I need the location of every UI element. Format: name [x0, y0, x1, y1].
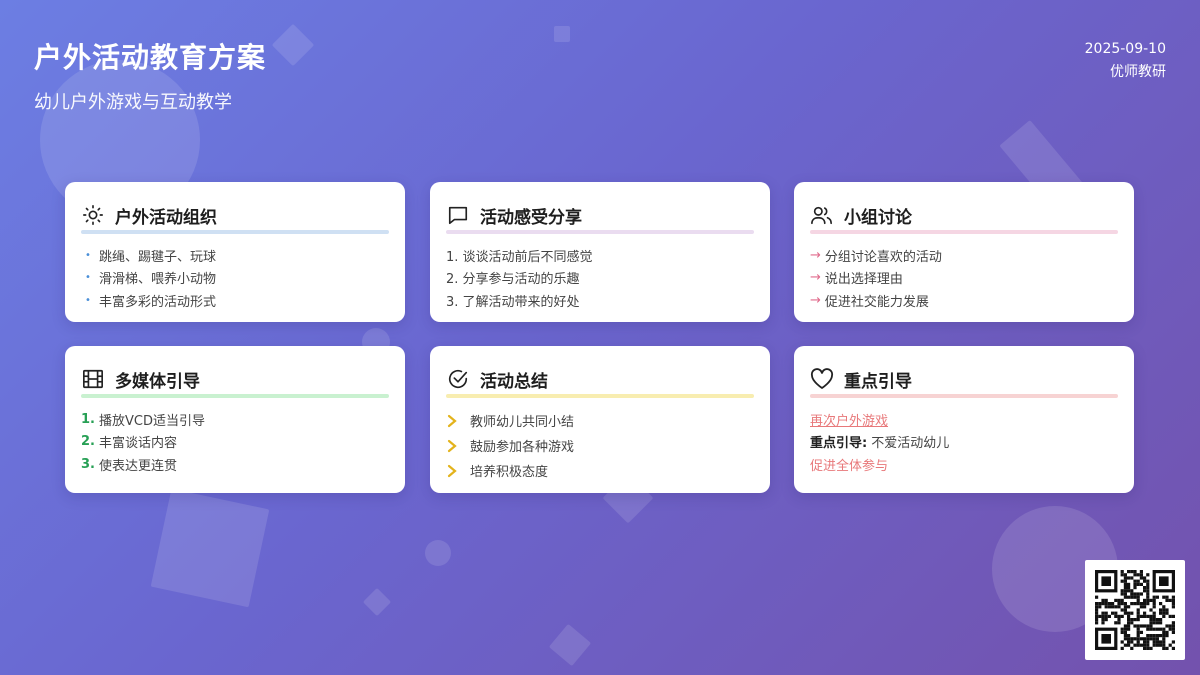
- list-item: 1. 播放VCD适当引导: [81, 411, 205, 429]
- card-title: 户外活动组织: [115, 207, 217, 228]
- list-item: 促进全体参与: [810, 458, 889, 474]
- users-icon: [810, 203, 834, 227]
- card-multimedia-guide: 多媒体引导 1. 播放VCD适当引导 2. 丰富谈话内容 3. 使表达更连贯: [65, 346, 405, 493]
- list-item: 重点引导: 不爱活动幼儿: [810, 436, 950, 452]
- heart-icon: [810, 367, 834, 391]
- card-activity-summary: 活动总结 教师幼儿共同小结 鼓励参加各种游戏 培养积极态度: [430, 346, 770, 493]
- decor-square-big: [150, 488, 270, 608]
- list-item: 2. 分享参与活动的乐趣: [446, 272, 580, 288]
- title-underline: [446, 394, 754, 398]
- qr-code: [1085, 560, 1185, 660]
- card-title: 小组讨论: [844, 207, 912, 228]
- page-title: 户外活动教育方案: [34, 41, 267, 74]
- title-underline: [446, 230, 754, 234]
- title-underline: [81, 230, 389, 234]
- card-title: 重点引导: [844, 371, 912, 392]
- chevron-right-icon: [446, 464, 470, 478]
- title-underline: [81, 394, 389, 398]
- decor-diamond-3: [548, 623, 592, 667]
- list-item: 培养积极态度: [446, 458, 754, 483]
- list-item: • 丰富多彩的活动形式: [85, 294, 217, 310]
- card-title: 活动感受分享: [480, 207, 582, 228]
- title-underline: [810, 394, 1118, 398]
- card-title: 活动总结: [480, 371, 548, 392]
- date-label: 2025-09-10: [1084, 41, 1166, 57]
- list-item: 1. 谈谈活动前后不同感觉: [446, 249, 593, 265]
- list-item: → 促进社交能力发展: [810, 292, 929, 310]
- decor-diamond: [271, 23, 315, 67]
- author-label: 优师教研: [1110, 64, 1166, 80]
- header-meta: 2025-09-10 优师教研: [1085, 38, 1166, 84]
- chevron-right-icon: [446, 414, 470, 428]
- list-item: 鼓励参加各种游戏: [446, 433, 754, 458]
- list-item: 2. 丰富谈话内容: [81, 434, 177, 452]
- card-title: 多媒体引导: [115, 371, 200, 392]
- decor-diamond-2: [362, 587, 392, 617]
- card-key-guidance: 重点引导 再次户外游戏 重点引导: 不爱活动幼儿 促进全体参与: [794, 346, 1134, 493]
- chevron-right-icon: [446, 439, 470, 453]
- film-icon: [81, 367, 105, 391]
- decor-square-small: [554, 26, 570, 42]
- check-circle-icon: [446, 367, 470, 391]
- list-item: • 滑滑梯、喂养小动物: [85, 272, 217, 288]
- list-item: 3. 使表达更连贯: [81, 456, 177, 474]
- list-item: 教师幼儿共同小结: [446, 408, 754, 433]
- card-outdoor-activity: 户外活动组织 • 跳绳、踢毽子、玩球 • 滑滑梯、喂养小动物 • 丰富多彩的活动形式: [65, 182, 405, 322]
- page-subtitle: 幼儿户外游戏与互动教学: [34, 92, 232, 113]
- list-item: 3. 了解活动带来的好处: [446, 294, 580, 310]
- replay-outdoor-link[interactable]: 再次户外游戏: [810, 410, 888, 429]
- decor-dot: [425, 540, 451, 566]
- title-underline: [810, 230, 1118, 234]
- header: 户外活动教育方案 幼儿户外游戏与互动教学: [34, 36, 266, 114]
- card-activity-share: 活动感受分享 1. 谈谈活动前后不同感觉 2. 分享参与活动的乐趣 3. 了解活…: [430, 182, 770, 322]
- list-item: 再次户外游戏: [810, 408, 1118, 431]
- card-group-discussion: 小组讨论 → 分组讨论喜欢的活动 → 说出选择理由 → 促进社交能力发展: [794, 182, 1134, 322]
- sun-icon: [81, 203, 105, 227]
- list-item: • 跳绳、踢毽子、玩球: [85, 249, 217, 265]
- chat-icon: [446, 203, 470, 227]
- list-item: → 说出选择理由: [810, 270, 903, 288]
- list-item: → 分组讨论喜欢的活动: [810, 247, 942, 265]
